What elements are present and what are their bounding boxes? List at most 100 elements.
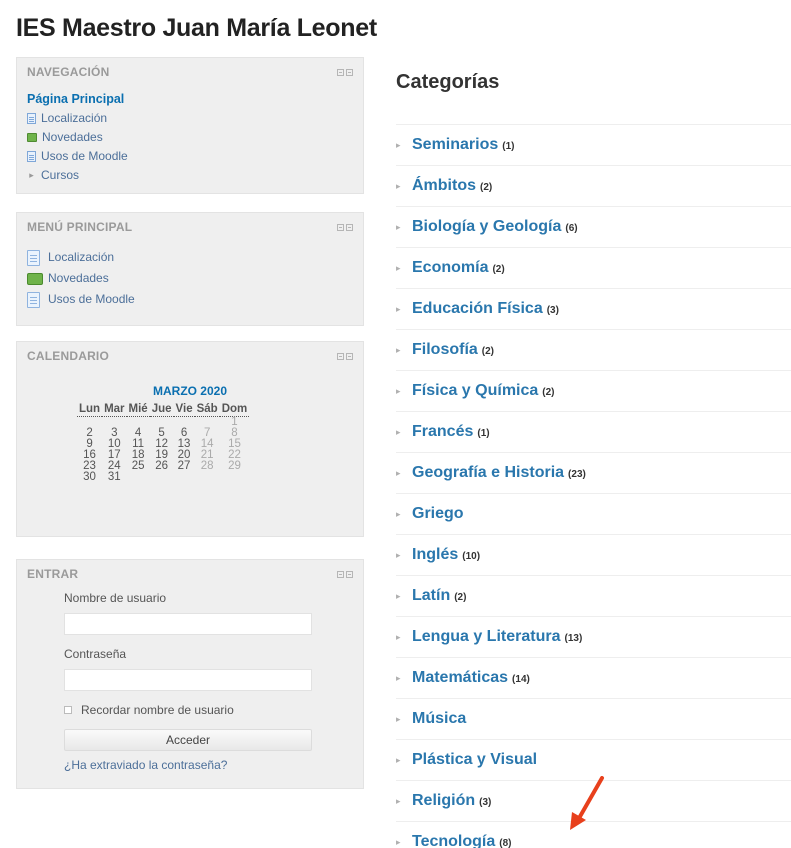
expand-arrow-icon[interactable]: ▸: [396, 181, 412, 192]
category-row[interactable]: ▸ Seminarios (1): [396, 124, 791, 165]
expand-arrow-icon[interactable]: ▸: [396, 796, 412, 807]
calendar-day[interactable]: 19: [150, 449, 174, 461]
category-link[interactable]: Lengua y Literatura: [412, 628, 560, 646]
calendar-day[interactable]: 4: [127, 427, 150, 439]
category-link[interactable]: Tecnología: [412, 833, 495, 848]
calendar-day[interactable]: 21: [195, 449, 220, 461]
calendar-day[interactable]: 5: [150, 427, 174, 439]
calendar-day[interactable]: 16: [77, 449, 102, 461]
expand-arrow-icon[interactable]: ▸: [396, 468, 412, 479]
category-link[interactable]: Música: [412, 710, 466, 728]
expand-arrow-icon[interactable]: ▸: [396, 632, 412, 643]
category-link[interactable]: Ámbitos: [412, 177, 476, 195]
calendar-day[interactable]: 17: [102, 449, 126, 461]
expand-arrow-icon[interactable]: ▸: [396, 386, 412, 397]
category-link[interactable]: Griego: [412, 505, 464, 523]
expand-arrow-icon[interactable]: ▸: [396, 304, 412, 315]
category-link[interactable]: Física y Química: [412, 382, 538, 400]
calendar-day[interactable]: 31: [102, 471, 126, 483]
dock-icon[interactable]: [337, 352, 344, 360]
calendar-day[interactable]: 3: [102, 427, 126, 439]
expand-arrow-icon[interactable]: ▸: [396, 591, 412, 602]
category-link[interactable]: Seminarios: [412, 136, 498, 154]
calendar-day[interactable]: 7: [195, 427, 220, 439]
category-link[interactable]: Inglés: [412, 546, 458, 564]
username-input[interactable]: [64, 613, 312, 635]
calendar-day[interactable]: 15: [220, 438, 250, 450]
category-row[interactable]: ▸ Inglés (10): [396, 534, 791, 575]
category-row[interactable]: ▸ Filosofía (2): [396, 329, 791, 370]
calendar-day[interactable]: 8: [220, 427, 250, 439]
block-controls[interactable]: [337, 352, 353, 360]
calendar-day[interactable]: 9: [77, 438, 102, 450]
calendar-day[interactable]: 13: [174, 438, 195, 450]
calendar-day[interactable]: 2: [77, 427, 102, 439]
dock-icon[interactable]: [337, 223, 344, 231]
expand-arrow-icon[interactable]: ▸: [396, 345, 412, 356]
expand-arrow-icon[interactable]: ▸: [396, 222, 412, 233]
calendar-day[interactable]: 23: [77, 460, 102, 472]
password-input[interactable]: [64, 669, 312, 691]
category-row[interactable]: ▸ Física y Química (2): [396, 370, 791, 411]
category-row[interactable]: ▸ Griego: [396, 493, 791, 534]
category-link[interactable]: Francés: [412, 423, 473, 441]
expand-arrow-icon[interactable]: ▸: [396, 714, 412, 725]
calendar-day[interactable]: 24: [102, 460, 126, 472]
calendar-day[interactable]: 26: [150, 460, 174, 472]
category-row[interactable]: ▸ Matemáticas (14): [396, 657, 791, 698]
category-row[interactable]: ▸ Economía (2): [396, 247, 791, 288]
nav-home-link[interactable]: Página Principal: [27, 90, 353, 109]
category-row[interactable]: ▸ Geografía e Historia (23): [396, 452, 791, 493]
menu-item-usos-moodle[interactable]: Usos de Moodle: [27, 289, 353, 310]
expand-arrow-icon[interactable]: ▸: [396, 550, 412, 561]
calendar-day[interactable]: 30: [77, 471, 102, 483]
category-row[interactable]: ▸ Ámbitos (2): [396, 165, 791, 206]
dock-icon[interactable]: [337, 570, 344, 578]
calendar-day[interactable]: 28: [195, 460, 220, 472]
category-link[interactable]: Geografía e Historia: [412, 464, 564, 482]
calendar-day[interactable]: 18: [127, 449, 150, 461]
menu-item-localizacion[interactable]: Localización: [27, 247, 353, 268]
nav-item-localizacion[interactable]: Localización: [27, 109, 353, 128]
calendar-day[interactable]: 12: [150, 438, 174, 450]
category-link[interactable]: Filosofía: [412, 341, 478, 359]
remember-username[interactable]: Recordar nombre de usuario: [64, 702, 363, 718]
calendar-day[interactable]: 6: [174, 427, 195, 439]
category-row[interactable]: ▸ Plástica y Visual: [396, 739, 791, 780]
nav-item-novedades[interactable]: Novedades: [27, 128, 353, 147]
category-row[interactable]: ▸ Francés (1): [396, 411, 791, 452]
category-link[interactable]: Latín: [412, 587, 450, 605]
block-controls[interactable]: [337, 570, 353, 578]
block-controls[interactable]: [337, 68, 353, 76]
calendar-day[interactable]: 20: [174, 449, 195, 461]
calendar-day[interactable]: 1: [220, 416, 250, 428]
calendar-day[interactable]: 14: [195, 438, 220, 450]
calendar-day[interactable]: 22: [220, 449, 250, 461]
category-row[interactable]: ▸ Biología y Geología (6): [396, 206, 791, 247]
calendar-day[interactable]: 27: [174, 460, 195, 472]
block-controls[interactable]: [337, 223, 353, 231]
nav-item-cursos[interactable]: ▸ Cursos: [27, 166, 353, 185]
expand-arrow-icon[interactable]: ▸: [396, 140, 412, 151]
forgot-password-link[interactable]: ¿Ha extraviado la contraseña?: [64, 758, 363, 772]
expand-arrow-icon[interactable]: ▸: [396, 263, 412, 274]
category-row[interactable]: ▸ Lengua y Literatura (13): [396, 616, 791, 657]
category-link[interactable]: Religión: [412, 792, 475, 810]
calendar-month[interactable]: MARZO 2020: [17, 384, 363, 398]
menu-item-novedades[interactable]: Novedades: [27, 268, 353, 289]
nav-item-usos-moodle[interactable]: Usos de Moodle: [27, 147, 353, 166]
category-link[interactable]: Biología y Geología: [412, 218, 561, 236]
expand-arrow-icon[interactable]: ▸: [396, 427, 412, 438]
login-button[interactable]: Acceder: [64, 729, 312, 751]
category-link[interactable]: Matemáticas: [412, 669, 508, 687]
category-row[interactable]: ▸ Educación Física (3): [396, 288, 791, 329]
expand-arrow-icon[interactable]: ▸: [396, 837, 412, 848]
category-link[interactable]: Plástica y Visual: [412, 751, 537, 769]
calendar-day[interactable]: 25: [127, 460, 150, 472]
expand-arrow-icon[interactable]: ▸: [396, 755, 412, 766]
category-link[interactable]: Economía: [412, 259, 488, 277]
category-row[interactable]: ▸ Latín (2): [396, 575, 791, 616]
calendar-day[interactable]: 10: [102, 438, 126, 450]
calendar-day[interactable]: 11: [127, 438, 150, 450]
expand-arrow-icon[interactable]: ▸: [396, 673, 412, 684]
